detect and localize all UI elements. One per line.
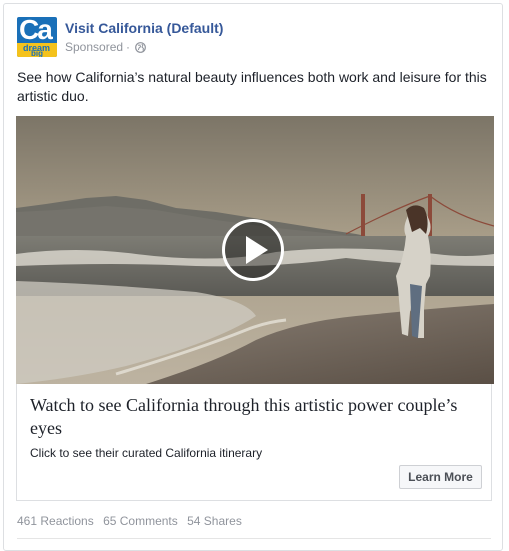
comments-count[interactable]: 65 Comments <box>103 514 178 528</box>
learn-more-button[interactable]: Learn More <box>399 465 482 489</box>
page-avatar[interactable]: Ca dream big <box>17 17 57 57</box>
globe-icon[interactable] <box>135 41 146 53</box>
meta-separator: · <box>126 40 131 54</box>
link-description: Click to see their curated California it… <box>30 446 263 460</box>
post-meta: Sponsored · <box>65 40 146 54</box>
post-body-text: See how California’s natural beauty infl… <box>17 69 487 104</box>
play-icon <box>246 236 268 264</box>
play-button[interactable] <box>222 219 284 281</box>
link-preview[interactable]: Watch to see California through this art… <box>16 384 492 501</box>
avatar-logo-sub2: big <box>31 49 43 57</box>
link-headline[interactable]: Watch to see California through this art… <box>30 394 470 440</box>
post-header: Ca dream big Visit California (Default) … <box>17 17 487 59</box>
stats-divider <box>17 538 491 539</box>
reactions-count[interactable]: 461 Reactions <box>17 514 94 528</box>
shares-count[interactable]: 54 Shares <box>187 514 242 528</box>
page-name-link[interactable]: Visit California (Default) <box>65 20 223 36</box>
sponsored-post-card: Ca dream big Visit California (Default) … <box>3 3 503 551</box>
video-thumbnail[interactable] <box>16 116 494 384</box>
engagement-stats: 461 Reactions 65 Comments 54 Shares <box>17 514 248 528</box>
sponsored-label[interactable]: Sponsored <box>65 40 123 54</box>
